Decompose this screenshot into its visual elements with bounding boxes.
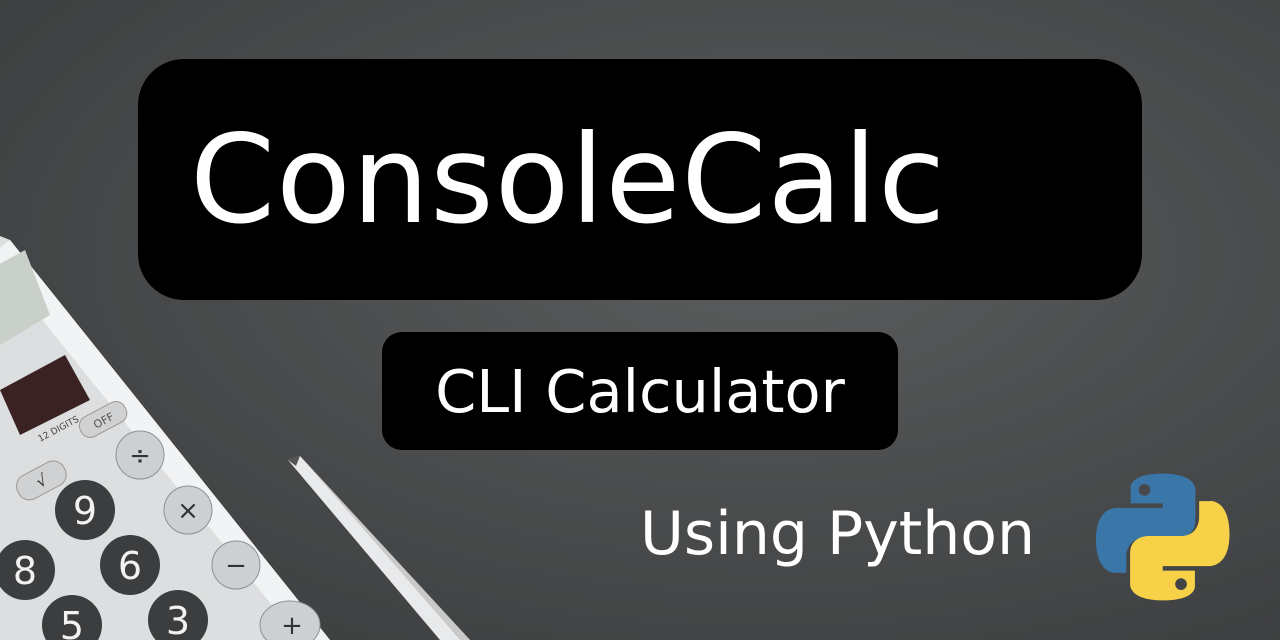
svg-text:5: 5: [60, 604, 84, 640]
svg-text:−: −: [225, 551, 247, 581]
svg-text:3: 3: [166, 599, 190, 640]
subtitle: CLI Calculator: [435, 356, 845, 426]
svg-text:+: +: [281, 611, 303, 640]
svg-text:9: 9: [73, 489, 97, 533]
tagline: Using Python: [640, 499, 1036, 569]
title-box: ConsoleCalc: [138, 59, 1142, 300]
page-title: ConsoleCalc: [190, 108, 947, 251]
python-logo-icon: [1096, 473, 1230, 601]
svg-text:÷: ÷: [129, 441, 151, 471]
svg-text:8: 8: [13, 549, 37, 593]
subtitle-box: CLI Calculator: [382, 332, 898, 450]
svg-text:6: 6: [118, 544, 142, 588]
svg-text:×: ×: [177, 496, 199, 526]
thumbnail-banner: 12 DIGITS OFF √ ÷ × − + 9 6 3 8 5 Consol…: [0, 0, 1280, 640]
